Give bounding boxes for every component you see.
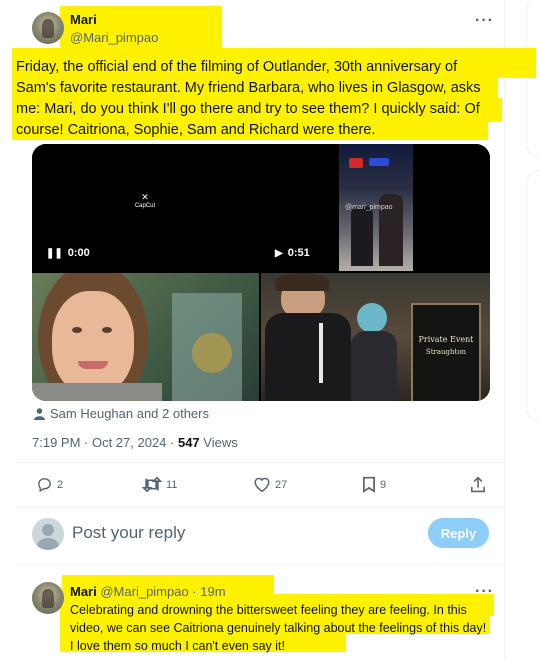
reply-button[interactable]: Reply (428, 518, 489, 548)
reply-input[interactable]: Post your reply (72, 523, 185, 543)
video-tile[interactable]: @mari_pimpao ▶ 0:51 (261, 144, 490, 271)
views-label: Views (199, 435, 238, 450)
views-count: 547 (177, 435, 200, 450)
photo-tile[interactable]: Private Event Straughton (261, 273, 490, 401)
reply-text-line: I love them so much I can't even say it! (70, 639, 285, 653)
tagged-label: Sam Heughan and 2 others (50, 406, 209, 421)
person-icon (34, 407, 45, 420)
column-border (504, 0, 505, 659)
sidebar-card (526, 170, 540, 422)
post-text-line: Sam's favorite restaurant. My friend Bar… (16, 80, 481, 96)
reply-text-line: Celebrating and drowning the bittersweet… (70, 603, 467, 617)
avatar[interactable] (32, 12, 64, 44)
sidebar-card (526, 0, 540, 158)
user-avatar[interactable] (32, 518, 64, 550)
more-options-icon[interactable]: ··· (475, 12, 494, 30)
video-timer: ❚❚ 0:00 (46, 247, 90, 259)
reply-action[interactable]: 2 (36, 476, 63, 493)
post-text-line: course! Caitriona, Sophie, Sam and Richa… (16, 122, 376, 138)
event-sign: Private Event Straughton (411, 303, 481, 401)
bookmark-icon (363, 476, 375, 493)
repost-action[interactable]: 11 (142, 476, 177, 493)
post-timestamp[interactable]: 7:19 PM · Oct 27, 2024 · 547 Views (32, 435, 238, 450)
divider (16, 506, 504, 507)
bookmark-action[interactable]: 9 (362, 476, 386, 493)
reply-text-line: video, we can see Caitriona genuinely ta… (70, 621, 487, 635)
video-thumbnail: @mari_pimpao (339, 144, 413, 271)
repost-icon (142, 476, 162, 493)
reply-author-handle[interactable]: @Mari_pimpao · 19m (100, 584, 225, 599)
divider (16, 564, 504, 565)
avatar[interactable] (32, 582, 64, 614)
video-timer: ▶ 0:51 (275, 247, 310, 259)
reply-header: Mari @Mari_pimpao · 19m (70, 584, 226, 599)
divider (16, 462, 504, 463)
play-icon: ▶ (275, 247, 283, 259)
post-text: Friday, the official end of the filming … (16, 57, 481, 141)
reply-text: Celebrating and drowning the bittersweet… (70, 601, 486, 655)
capcut-watermark: ✕ CapCut (134, 192, 156, 209)
share-action[interactable] (470, 476, 486, 493)
pause-icon: ❚❚ (46, 247, 63, 259)
author-name[interactable]: Mari (70, 12, 97, 27)
photo-tile[interactable] (32, 273, 259, 401)
video-tile[interactable]: ✕ CapCut ❚❚ 0:00 (32, 144, 259, 271)
share-icon (471, 476, 485, 493)
author-handle[interactable]: @Mari_pimpao (70, 30, 158, 45)
heart-icon (254, 477, 270, 493)
tagged-people[interactable]: Sam Heughan and 2 others (34, 406, 209, 421)
media-grid: ✕ CapCut ❚❚ 0:00 @mari_pimpao ▶ 0:51 Pri… (32, 144, 490, 401)
post-text-line: Friday, the official end of the filming … (16, 59, 458, 75)
reply-author-name[interactable]: Mari (70, 584, 97, 599)
like-action[interactable]: 27 (253, 476, 287, 493)
reply-icon (38, 478, 51, 493)
more-options-icon[interactable]: ··· (475, 583, 494, 601)
post-text-line: me: Mari, do you think I'll go there and… (16, 101, 480, 117)
